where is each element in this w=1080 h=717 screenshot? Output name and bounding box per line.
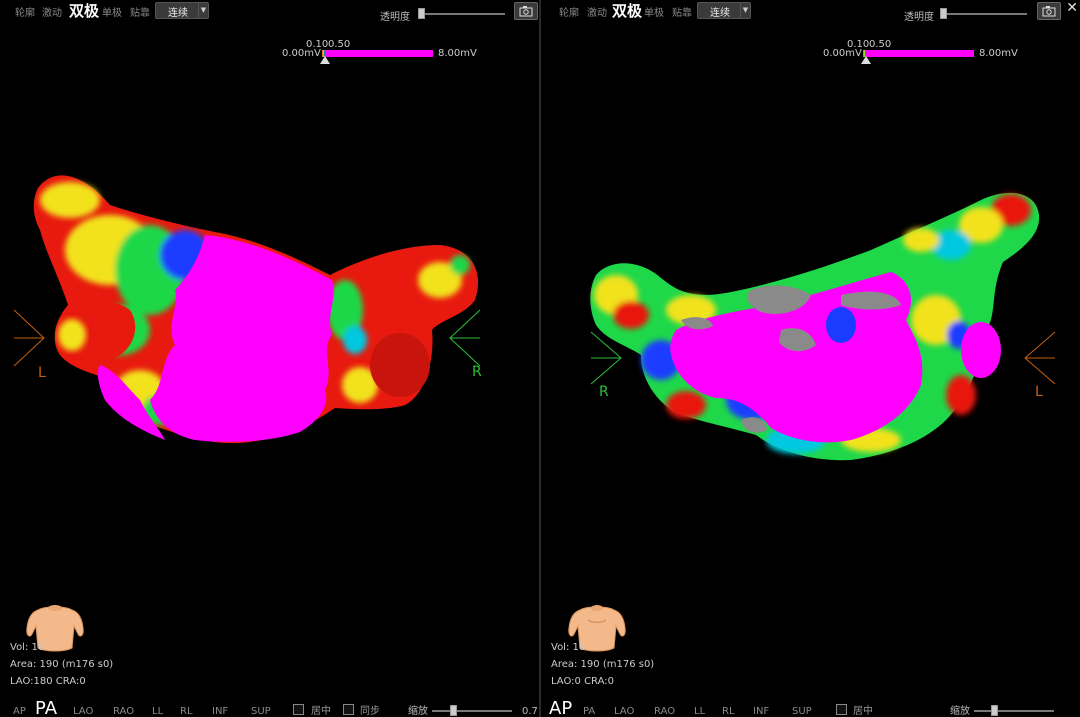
view-button-pa[interactable]: PA [35, 698, 57, 717]
left-marker-label: R [599, 384, 609, 400]
view-button-sup[interactable]: SUP [251, 706, 271, 717]
angle-readout: LAO:0 CRA:0 [551, 676, 614, 687]
volume-readout: Vol: 10 [551, 642, 586, 653]
view-button-ll[interactable]: LL [694, 706, 705, 717]
view-button-rao[interactable]: RAO [113, 706, 134, 717]
right-orientation-marker [449, 309, 481, 367]
area-readout: Area: 190 (m176 s0) [551, 659, 655, 670]
view-button-inf[interactable]: INF [753, 706, 769, 717]
volume-readout: Vol: 10 [10, 642, 45, 653]
center-checkbox[interactable] [293, 704, 304, 715]
area-readout: Area: 190 (m176 s0) [10, 659, 114, 670]
left-map-view[interactable]: 轮廓 激动 双极 单极 贴靠 连续 ▼ 透明度 0.00mV 0.10 0.50… [0, 0, 539, 717]
right-view-bar: AP PA LAO RAO LL RL INF SUP 居中 缩放 [541, 698, 1080, 717]
view-button-sup[interactable]: SUP [792, 706, 812, 717]
left-view-bar: AP PA LAO RAO LL RL INF SUP 居中 同步 缩放 0.7 [0, 698, 539, 717]
zoom-label: 缩放 [408, 706, 428, 717]
view-button-pa[interactable]: PA [583, 706, 595, 717]
zoom-slider-handle[interactable] [450, 705, 457, 716]
zoom-value: 0.7 [522, 706, 538, 717]
center-checkbox[interactable] [836, 704, 847, 715]
view-button-rl[interactable]: RL [722, 706, 735, 717]
right-orientation-marker [1024, 331, 1056, 385]
view-button-inf[interactable]: INF [212, 706, 228, 717]
view-button-lao[interactable]: LAO [614, 706, 634, 717]
right-marker-label: R [472, 364, 482, 380]
sync-checkbox-label: 同步 [360, 706, 380, 717]
zoom-slider-handle[interactable] [991, 705, 998, 716]
view-button-ll[interactable]: LL [152, 706, 163, 717]
left-marker-label: L [38, 365, 46, 381]
zoom-slider[interactable] [432, 710, 512, 712]
view-button-rao[interactable]: RAO [654, 706, 675, 717]
right-marker-label: L [1035, 384, 1043, 400]
view-button-lao[interactable]: LAO [73, 706, 93, 717]
sync-checkbox[interactable] [343, 704, 354, 715]
right-map-view[interactable]: 轮廓 激动 双极 单极 贴靠 连续 ▼ 透明度 ✕ 0.00mV 0.10 0.… [541, 0, 1080, 717]
view-button-ap[interactable]: AP [13, 706, 26, 717]
view-button-ap[interactable]: AP [549, 698, 572, 717]
view-button-rl[interactable]: RL [180, 706, 193, 717]
center-checkbox-label: 居中 [311, 706, 331, 717]
left-orientation-marker [590, 331, 622, 385]
angle-readout: LAO:180 CRA:0 [10, 676, 86, 687]
center-checkbox-label: 居中 [853, 706, 873, 717]
zoom-label: 缩放 [950, 706, 970, 717]
zoom-slider[interactable] [974, 710, 1054, 712]
